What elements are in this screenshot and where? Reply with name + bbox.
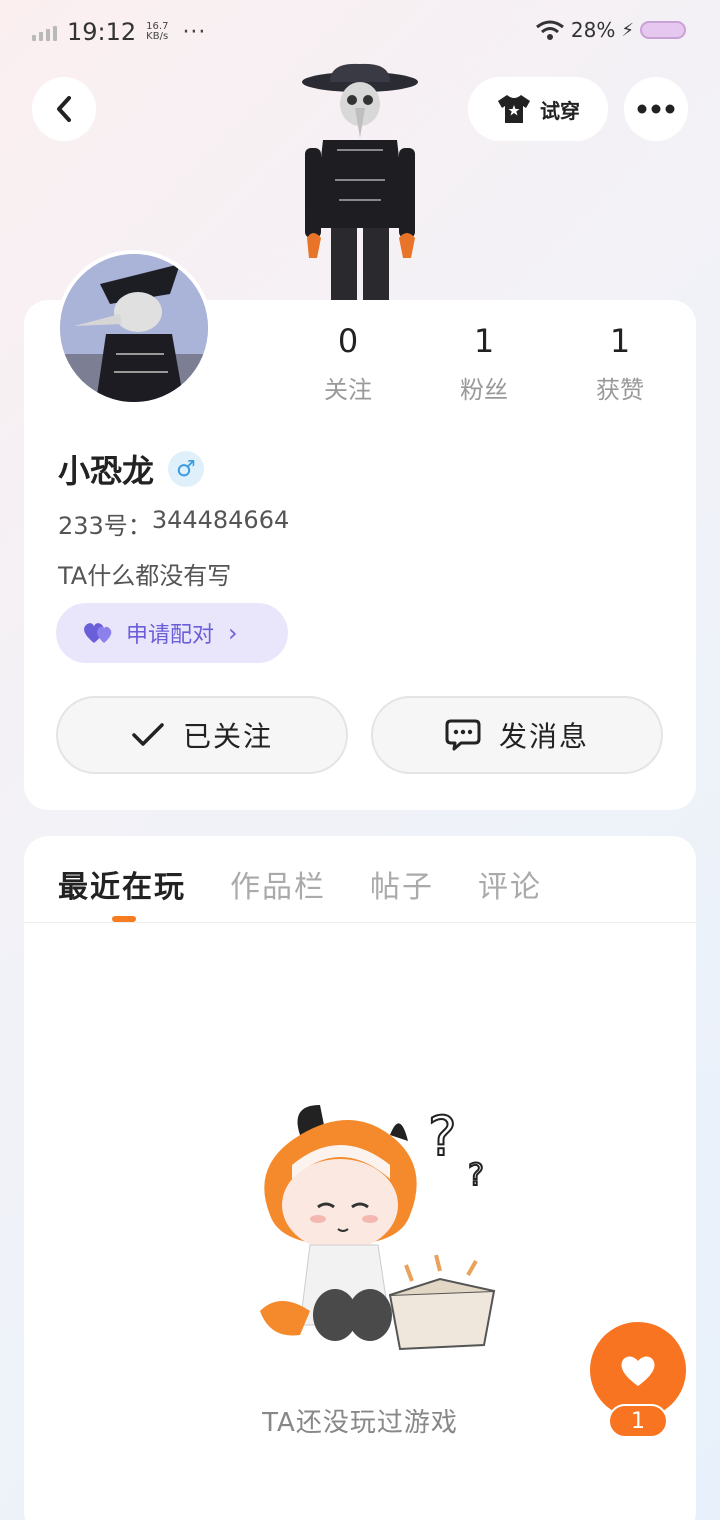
stats-row: 0 关注 1 粉丝 1 获赞 [280,322,690,405]
status-time: 19:12 [67,18,137,46]
likes-label: 获赞 [596,376,644,404]
tab-works[interactable]: 作品栏 [230,862,326,906]
checkmark-icon [132,723,164,746]
wifi-icon [535,20,564,40]
status-bar: 19:12 16.7 KB/s ··· 28% ⚡ [0,0,720,66]
following-count: 0 [337,322,359,360]
battery-icon [640,21,686,39]
username: 小恐龙 [58,452,155,490]
tab-bar: 最近在玩 作品栏 帖子 评论 [58,862,542,906]
status-more-icon: ··· [182,19,207,45]
chat-bubble-icon [445,719,481,751]
followers-label: 粉丝 [460,376,508,404]
tab-posts[interactable]: 帖子 [370,862,434,906]
empty-state-illustration: ? ? [260,1104,496,1351]
like-count-badge: 1 [608,1404,668,1438]
tshirt-icon [498,95,530,123]
tab-recently-played[interactable]: 最近在玩 [58,862,186,906]
stat-following[interactable]: 0 关注 [280,322,416,405]
tab-divider [24,922,696,923]
back-arrow-icon [57,96,71,122]
avatar-image [60,254,208,402]
back-button[interactable] [32,77,96,141]
male-gender-icon: ♂ [168,451,205,487]
apply-pair-label: 申请配对 [126,623,215,648]
followed-label: 已关注 [182,720,273,753]
bio: TA什么都没有写 [58,562,232,590]
more-dots-icon [637,104,675,114]
svg-text:?: ? [468,1158,484,1193]
name-row: 小恐龙 ♂ [58,446,205,492]
heart-icon [621,1356,655,1386]
followed-button[interactable]: 已关注 [56,696,348,774]
more-button[interactable] [624,77,688,141]
battery-percent: 28% [570,18,616,42]
likes-count: 1 [609,322,631,360]
hearts-icon [84,623,112,643]
try-on-button[interactable]: 试穿 [468,77,608,141]
apply-pair-button[interactable]: 申请配对 › [56,603,288,663]
user-id-value: 344484664 [151,506,290,534]
chevron-right-icon: › [228,619,238,647]
net-speed: 16.7 KB/s [146,21,169,42]
avatar-character-figure [302,63,418,300]
tab-comments[interactable]: 评论 [478,862,542,906]
followers-count: 1 [473,322,495,360]
signal-icon [32,23,57,41]
svg-text:?: ? [428,1105,457,1168]
send-message-button[interactable]: 发消息 [371,696,663,774]
charging-icon: ⚡ [621,19,634,41]
stat-followers[interactable]: 1 粉丝 [416,322,552,405]
avatar[interactable] [56,250,212,406]
try-on-label: 试穿 [540,98,580,123]
following-label: 关注 [324,376,372,404]
user-id: 233号： 344484664 [58,506,289,541]
stat-likes[interactable]: 1 获赞 [552,322,688,405]
send-message-label: 发消息 [498,720,589,753]
user-id-label: 233号： [58,512,152,540]
